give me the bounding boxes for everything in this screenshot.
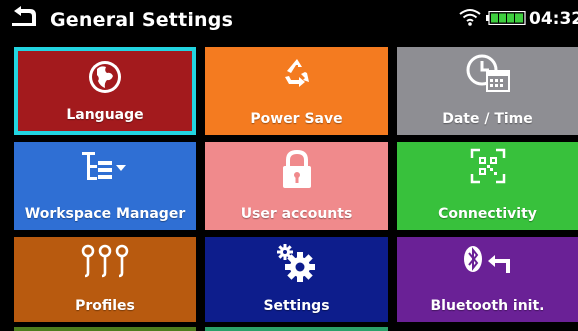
tree-structure-icon: [82, 152, 126, 180]
tile-label: Language: [66, 107, 144, 123]
tile-connectivity[interactable]: Connectivity: [397, 142, 578, 230]
tile-label: Date / Time: [442, 111, 533, 127]
tile-label: Connectivity: [438, 206, 537, 222]
tile-label: Bluetooth init.: [430, 298, 545, 314]
tile-label: Workspace Manager: [24, 206, 186, 222]
tile-label: User accounts: [240, 206, 353, 222]
page-title: General Settings: [50, 9, 234, 31]
tile-bluetooth-init[interactable]: Bluetooth init.: [397, 237, 578, 322]
tile-peek: [14, 327, 196, 331]
lock-icon: [282, 149, 311, 188]
gears-icon: [276, 244, 315, 282]
tile-profiles[interactable]: Profiles: [14, 237, 196, 322]
recycle-icon: [284, 59, 309, 87]
tile-label: Power Save: [250, 111, 343, 127]
wifi-icon: [459, 9, 481, 26]
clock-calendar-icon: [466, 54, 510, 92]
profiles-icon: [81, 244, 129, 278]
tile-date-time[interactable]: Date / Time: [397, 47, 578, 135]
status-bar: General Settings 04:32: [0, 0, 578, 42]
globe-icon: [89, 61, 121, 93]
back-arrow-icon[interactable]: [10, 5, 38, 27]
bluetooth-reset-icon: [463, 246, 510, 273]
clock: 04:32: [529, 9, 578, 29]
tile-label: Settings: [263, 298, 330, 314]
tile-peek: [205, 327, 388, 331]
tile-user-accounts[interactable]: User accounts: [205, 142, 388, 230]
tile-workspace-manager[interactable]: Workspace Manager: [14, 142, 196, 230]
tile-power-save[interactable]: Power Save: [205, 47, 388, 135]
tile-language[interactable]: Language: [14, 47, 196, 135]
qr-code-icon: [470, 148, 505, 184]
tile-label: Profiles: [75, 298, 135, 314]
settings-grid: Language Power Save Date / Time Workspac…: [0, 42, 578, 331]
tile-settings[interactable]: Settings: [205, 237, 388, 322]
battery-icon: [486, 11, 526, 25]
